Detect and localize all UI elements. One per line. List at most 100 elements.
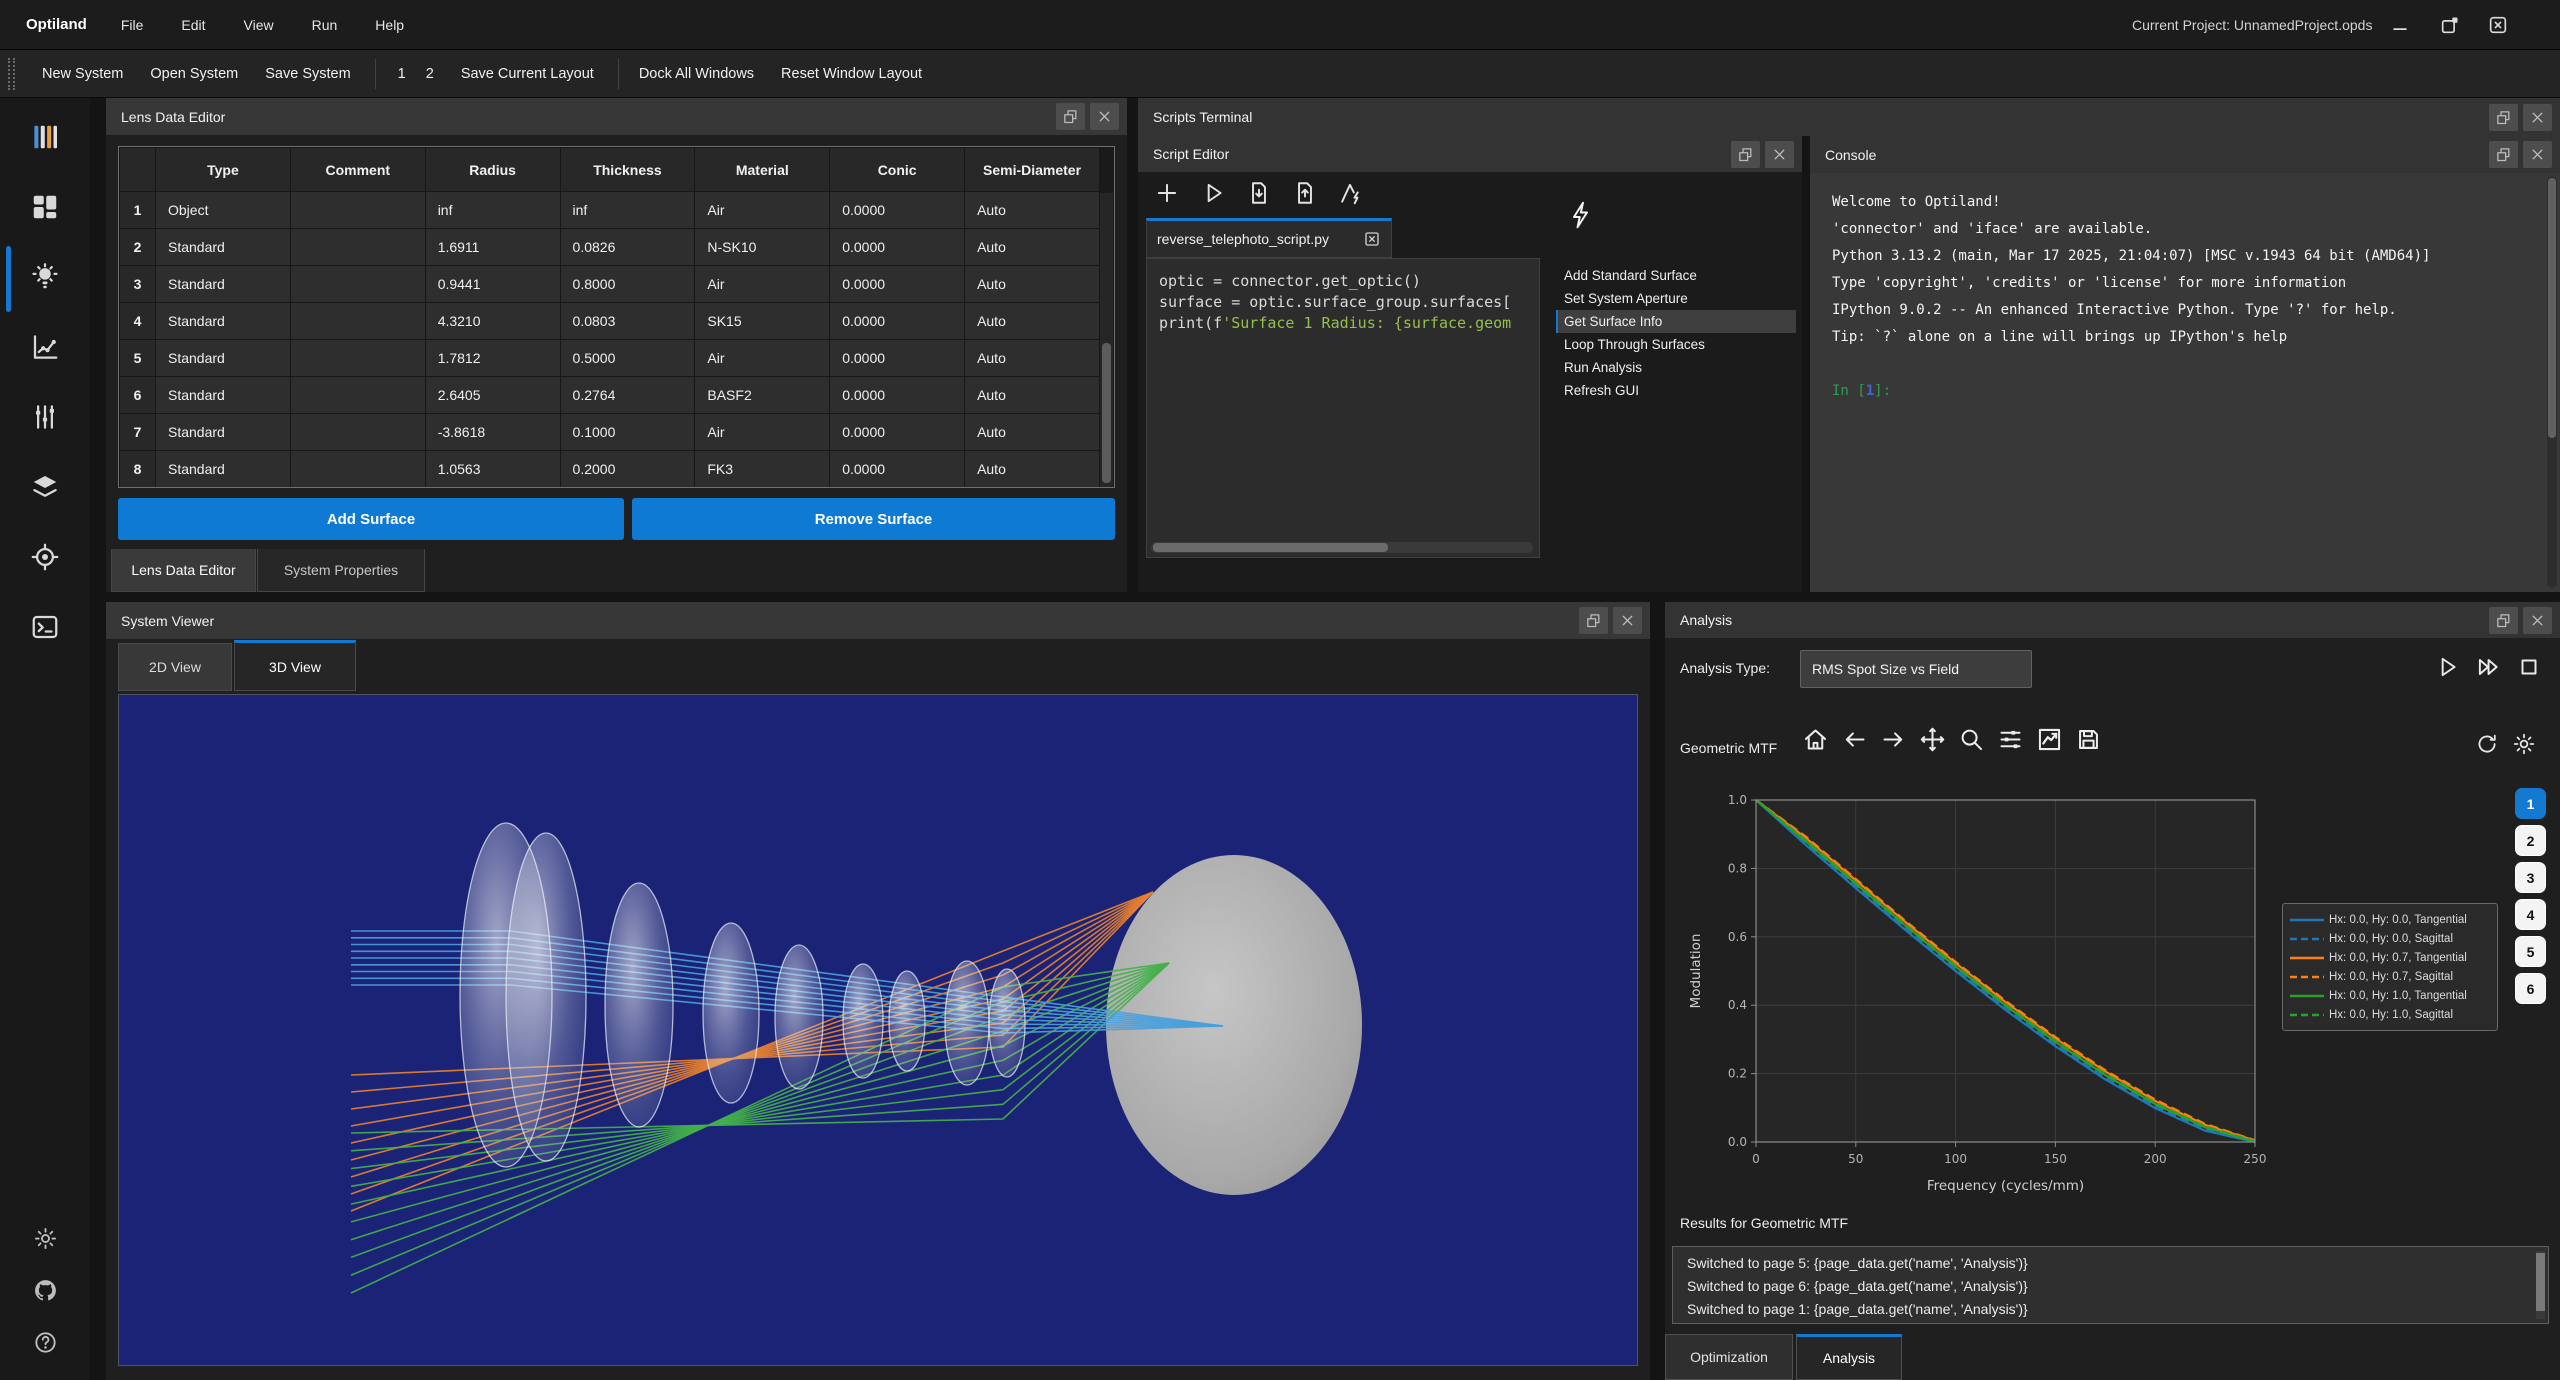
- command-item[interactable]: Refresh GUI: [1556, 379, 1796, 402]
- lens-table-cell[interactable]: 0.0803: [559, 302, 696, 340]
- lens-table-cell[interactable]: 0.1000: [559, 413, 696, 451]
- close-panel-icon[interactable]: [1765, 140, 1794, 168]
- lint-icon[interactable]: [1338, 180, 1364, 206]
- file-export-icon[interactable]: [1292, 180, 1318, 206]
- toolbar-drag-handle[interactable]: [8, 57, 15, 90]
- open-system-button[interactable]: Open System: [150, 66, 238, 82]
- sidebar-item-scatter-chart-icon[interactable]: [0, 332, 90, 366]
- lens-table-cell[interactable]: 0.0000: [829, 302, 966, 340]
- page-button-2[interactable]: 2: [2515, 825, 2546, 856]
- close-panel-icon[interactable]: [1090, 103, 1119, 130]
- lens-table-cell[interactable]: 2.6405: [424, 376, 561, 414]
- lens-table-cell[interactable]: Air: [694, 413, 831, 451]
- analysis-type-dropdown[interactable]: RMS Spot Size vs Field: [1800, 650, 2032, 688]
- page-button-6[interactable]: 6: [2515, 973, 2546, 1004]
- console-scrollbar[interactable]: [2547, 176, 2557, 588]
- lens-table-cell[interactable]: [289, 302, 426, 340]
- lens-table-cell[interactable]: [289, 450, 426, 487]
- lens-table-cell[interactable]: Air: [694, 191, 831, 229]
- remove-surface-button[interactable]: Remove Surface: [632, 498, 1115, 540]
- stop-icon[interactable]: [2516, 654, 2542, 685]
- dock-all-windows-button[interactable]: Dock All Windows: [639, 66, 754, 82]
- code-editor[interactable]: optic = connector.get_optic() surface = o…: [1146, 258, 1540, 558]
- float-panel-icon[interactable]: [1579, 607, 1608, 634]
- window-restore-icon[interactable]: [2438, 13, 2462, 37]
- menu-help[interactable]: Help: [371, 11, 408, 39]
- menu-run[interactable]: Run: [308, 11, 342, 39]
- lens-table-cell[interactable]: Auto: [964, 413, 1100, 451]
- tab-2d-view[interactable]: 2D View: [118, 643, 232, 691]
- lens-table-cell[interactable]: 4.3210: [424, 302, 561, 340]
- menu-edit[interactable]: Edit: [177, 11, 209, 39]
- lens-table-cell[interactable]: 1.7812: [424, 339, 561, 377]
- run-icon[interactable]: [2434, 654, 2460, 685]
- lens-table-cell[interactable]: Auto: [964, 376, 1100, 414]
- status-message[interactable]: Switched to page 6: {page_data.get('name…: [1673, 1275, 2548, 1298]
- lens-table-cell[interactable]: 0.0000: [829, 376, 966, 414]
- new-system-button[interactable]: New System: [42, 66, 123, 82]
- float-panel-icon[interactable]: [1056, 103, 1085, 130]
- sidebar-item-gear-icon[interactable]: [0, 1227, 90, 1254]
- lens-table-cell[interactable]: Auto: [964, 228, 1100, 266]
- window-minimize-icon[interactable]: [2388, 13, 2412, 37]
- add-surface-button[interactable]: Add Surface: [118, 498, 624, 540]
- lens-table-cell[interactable]: 0.0000: [829, 413, 966, 451]
- menu-file[interactable]: File: [117, 11, 148, 39]
- float-panel-icon[interactable]: [2489, 606, 2518, 634]
- lens-table-cell[interactable]: [289, 376, 426, 414]
- lens-table-cell[interactable]: 0.0000: [829, 228, 966, 266]
- command-item[interactable]: Add Standard Surface: [1556, 264, 1796, 287]
- console-output[interactable]: Welcome to Optiland! 'connector' and 'ifa…: [1810, 173, 2560, 592]
- lens-table-cell[interactable]: Standard: [155, 413, 291, 451]
- status-message[interactable]: Switched to page 1: {page_data.get('name…: [1673, 1298, 2548, 1321]
- lens-table-cell[interactable]: Auto: [964, 265, 1100, 303]
- lens-table-cell[interactable]: 0.8000: [559, 265, 696, 303]
- close-tab-icon[interactable]: [1363, 230, 1381, 248]
- lens-table-cell[interactable]: Auto: [964, 450, 1100, 487]
- layout-2-button[interactable]: 2: [426, 66, 434, 82]
- float-panel-icon[interactable]: [1731, 140, 1760, 168]
- refresh-icon[interactable]: [2475, 732, 2499, 761]
- code-horizontal-scrollbar[interactable]: [1151, 542, 1533, 553]
- page-button-1[interactable]: 1: [2515, 788, 2546, 819]
- lens-table-cell[interactable]: inf: [424, 191, 561, 229]
- sidebar-item-dashboard-icon[interactable]: [0, 192, 90, 226]
- lens-table-cell[interactable]: [289, 228, 426, 266]
- lens-table-cell[interactable]: Auto: [964, 302, 1100, 340]
- sidebar-item-target-icon[interactable]: [0, 542, 90, 576]
- save-system-button[interactable]: Save System: [265, 66, 350, 82]
- sidebar-item-columns-icon[interactable]: [0, 122, 90, 156]
- lens-table-cell[interactable]: BASF2: [694, 376, 831, 414]
- lens-table-cell[interactable]: SK15: [694, 302, 831, 340]
- lens-table-cell[interactable]: Air: [694, 339, 831, 377]
- lens-table-cell[interactable]: N-SK10: [694, 228, 831, 266]
- command-item[interactable]: Run Analysis: [1556, 356, 1796, 379]
- tab-lens-data-editor[interactable]: Lens Data Editor: [111, 549, 256, 592]
- lens-table-cell[interactable]: Standard: [155, 228, 291, 266]
- float-panel-icon[interactable]: [2489, 103, 2518, 131]
- lens-table-cell[interactable]: Auto: [964, 191, 1100, 229]
- tab-3d-view[interactable]: 3D View: [234, 640, 356, 691]
- status-message[interactable]: Switched to page 5: {page_data.get('name…: [1673, 1252, 2548, 1275]
- plot-icon[interactable]: [2036, 726, 2063, 758]
- sidebar-item-github-icon[interactable]: [0, 1280, 90, 1306]
- console-prompt[interactable]: In [1]:: [1832, 378, 2530, 405]
- tab-analysis[interactable]: Analysis: [1796, 1334, 1902, 1380]
- home-icon[interactable]: [1802, 726, 1829, 758]
- lens-table-cell[interactable]: 0.0000: [829, 339, 966, 377]
- sidebar-item-help-icon[interactable]: [0, 1332, 90, 1358]
- back-icon[interactable]: [1841, 726, 1868, 758]
- lens-table-cell[interactable]: 1.6911: [424, 228, 561, 266]
- lens-table-cell[interactable]: Standard: [155, 339, 291, 377]
- sidebar-item-lightbulb-icon[interactable]: [0, 246, 90, 312]
- page-button-4[interactable]: 4: [2515, 899, 2546, 930]
- lens-table-cell[interactable]: Standard: [155, 376, 291, 414]
- lens-table-cell[interactable]: 0.9441: [424, 265, 561, 303]
- tab-optimization[interactable]: Optimization: [1665, 1334, 1793, 1380]
- subplots-icon[interactable]: [1997, 726, 2024, 758]
- close-panel-icon[interactable]: [2523, 606, 2552, 634]
- menu-view[interactable]: View: [240, 11, 278, 39]
- command-item[interactable]: Set System Aperture: [1556, 287, 1796, 310]
- close-panel-icon[interactable]: [2523, 103, 2552, 131]
- close-panel-icon[interactable]: [2523, 141, 2552, 168]
